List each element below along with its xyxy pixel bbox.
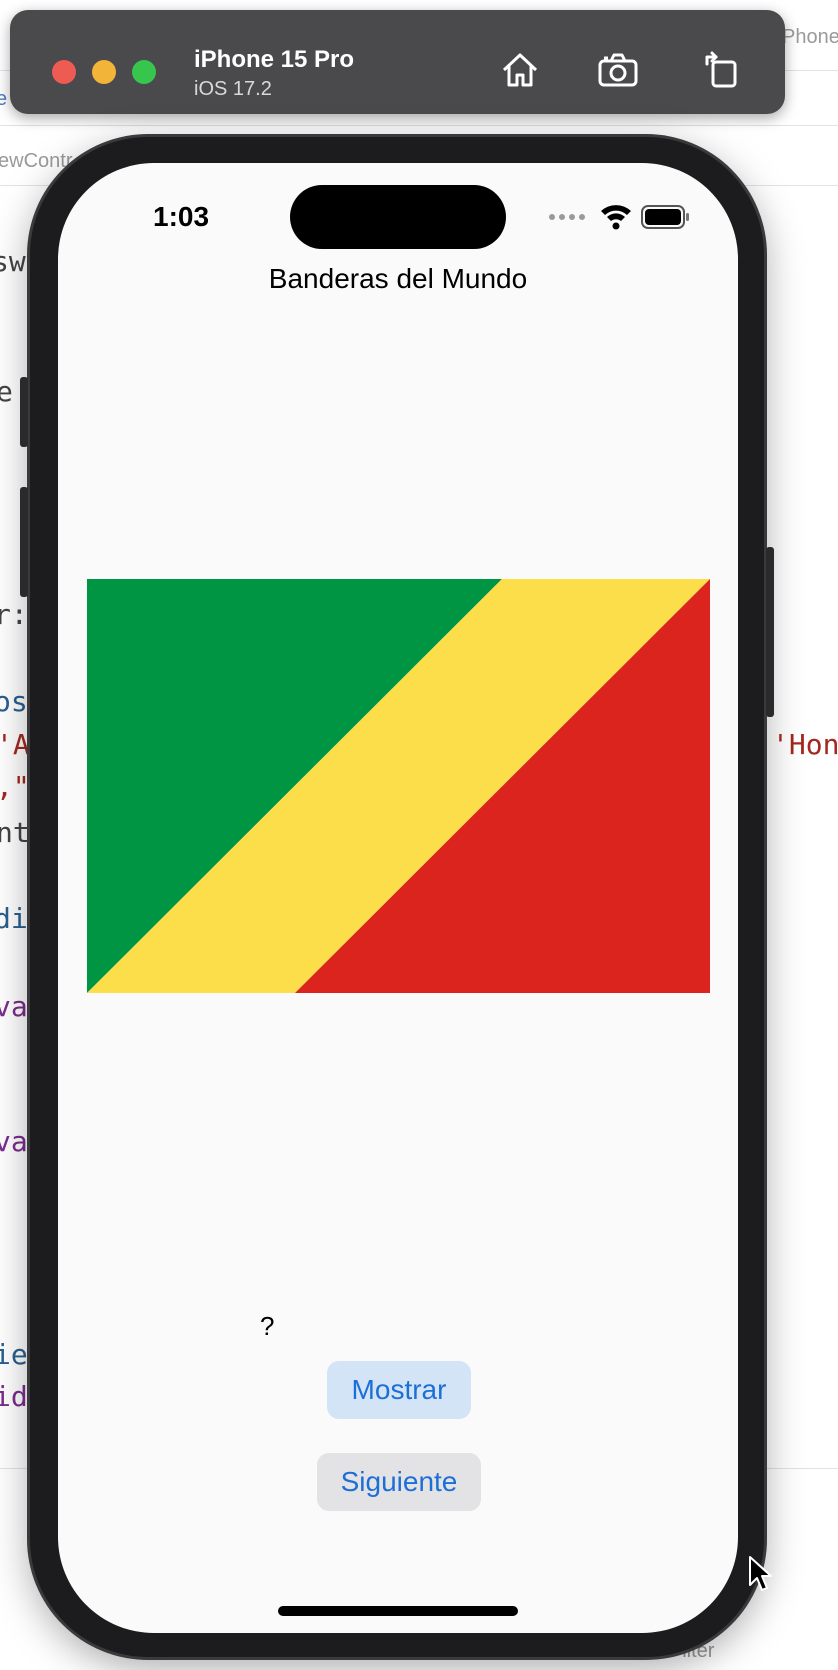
phone-screen: 1:03 Banderas del Mundo ? Mostrar Siguie… [58, 163, 738, 1633]
code-fragment: di [0, 902, 28, 935]
cellular-icon [549, 214, 585, 220]
battery-icon [641, 205, 689, 229]
wifi-icon [601, 205, 631, 230]
code-fragment: ," [0, 770, 30, 803]
code-fragment: id [0, 1380, 28, 1413]
status-time: 1:03 [153, 201, 210, 232]
code-fragment: e [0, 375, 13, 408]
close-window-button[interactable] [52, 60, 76, 84]
minimize-window-button[interactable] [92, 60, 116, 84]
side-button [20, 487, 28, 597]
code-fragment: va [0, 1125, 28, 1158]
dynamic-island [290, 185, 506, 249]
editor-fragment: e [0, 88, 8, 110]
code-fragment: sw [0, 245, 26, 278]
rotate-icon[interactable] [700, 48, 744, 92]
status-icons [546, 201, 696, 233]
home-icon[interactable] [498, 48, 542, 92]
home-indicator[interactable] [278, 1606, 518, 1616]
app-title: Banderas del Mundo [268, 263, 528, 294]
next-button[interactable]: Siguiente [317, 1453, 481, 1511]
answer-label: ? [260, 1311, 275, 1341]
flag-image [87, 579, 710, 993]
editor-tab-label: Phone [782, 26, 838, 48]
side-button [20, 377, 28, 447]
code-fragment: os [0, 685, 28, 718]
code-fragment: va [0, 990, 28, 1023]
code-fragment: ie [0, 1338, 28, 1371]
editor-fragment: ewContr [0, 150, 73, 172]
show-button[interactable]: Mostrar [327, 1361, 471, 1419]
code-fragment: r: [0, 598, 28, 631]
device-os-version: iOS 17.2 [194, 78, 272, 100]
mouse-cursor-icon [748, 1555, 774, 1595]
divider [0, 125, 838, 126]
side-button [766, 547, 774, 717]
root: Phone e ewContr sw e r: os 'A ," nt di v… [0, 0, 838, 1670]
screenshot-icon[interactable] [596, 48, 640, 92]
device-name: iPhone 15 Pro [194, 46, 355, 73]
code-fragment: 'A [0, 728, 30, 761]
code-fragment: 'Hon [772, 728, 838, 761]
code-fragment: nt [0, 816, 30, 849]
zoom-window-button[interactable] [132, 60, 156, 84]
simulator-toolbar: iPhone 15 Pro iOS 17.2 [10, 10, 785, 114]
